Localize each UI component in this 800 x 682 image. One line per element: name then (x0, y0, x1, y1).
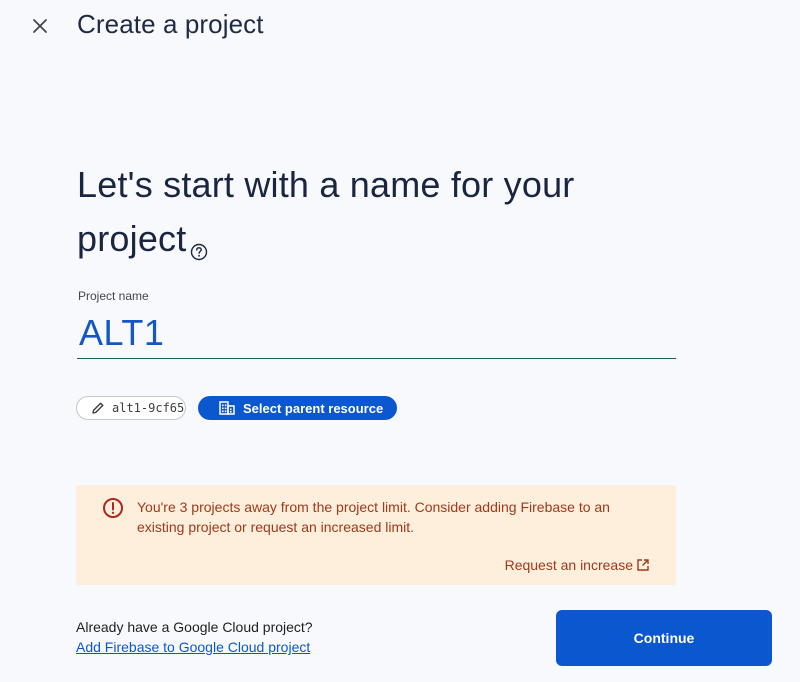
select-parent-resource-button[interactable]: Select parent resource (198, 396, 397, 420)
project-name-input[interactable] (77, 307, 676, 359)
heading-text: Let's start with a name for your project (77, 164, 575, 259)
add-firebase-to-cloud-link[interactable]: Add Firebase to Google Cloud project (76, 639, 310, 655)
close-button[interactable] (26, 12, 54, 40)
create-project-page: Create a project Let's start with a name… (0, 0, 800, 682)
project-id-text: alt1-9cf65 (112, 401, 185, 415)
name-heading: Let's start with a name for your project (77, 158, 597, 276)
project-limit-warning: You're 3 projects away from the project … (76, 485, 676, 585)
page-title: Create a project (77, 9, 264, 39)
pencil-icon (92, 402, 104, 414)
project-name-label: Project name (78, 289, 149, 303)
existing-project-question: Already have a Google Cloud project? (76, 619, 313, 635)
open-in-new-icon (637, 559, 649, 571)
request-increase-label: Request an increase (504, 557, 633, 573)
select-parent-resource-label: Select parent resource (243, 400, 384, 416)
continue-button[interactable]: Continue (556, 610, 772, 666)
request-increase-link[interactable]: Request an increase (505, 557, 650, 573)
error-icon (103, 498, 123, 518)
warning-message: You're 3 projects away from the project … (137, 499, 610, 535)
close-icon (33, 19, 47, 33)
building-icon (219, 401, 235, 415)
help-icon[interactable] (190, 222, 208, 276)
project-id-chip[interactable]: alt1-9cf65 (76, 396, 186, 420)
